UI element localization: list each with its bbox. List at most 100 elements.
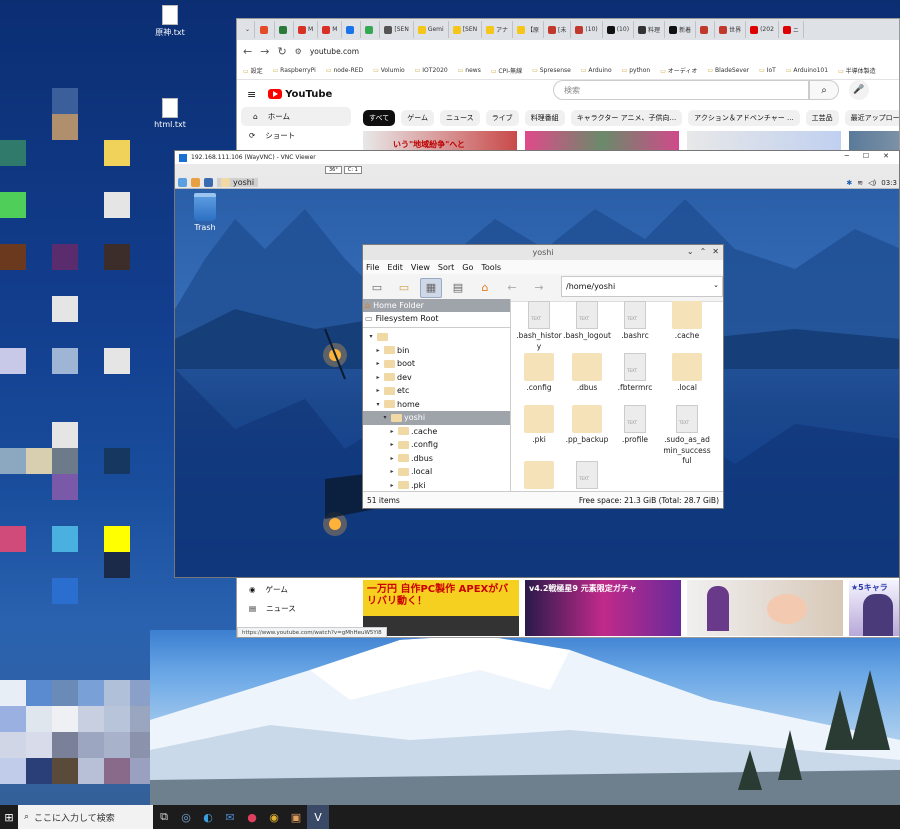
- category-chip[interactable]: 料理番組: [524, 110, 565, 126]
- tree-row[interactable]: ▸ .dbus: [363, 452, 510, 466]
- browser-tab[interactable]: 料理: [634, 21, 666, 38]
- sidebar-item-news[interactable]: ▤ ニュース: [237, 599, 355, 618]
- menu-item[interactable]: Go: [462, 263, 473, 272]
- volume-icon[interactable]: ◁): [868, 179, 876, 187]
- file-item[interactable]: [515, 461, 563, 491]
- browser-tab[interactable]: [SEN: [380, 21, 414, 38]
- bookmark-item[interactable]: ▭ IoT: [759, 67, 776, 74]
- new-folder-icon[interactable]: ▭: [393, 278, 415, 298]
- bookmark-item[interactable]: ▭ BladeSever: [707, 67, 749, 74]
- desktop-app-icon[interactable]: [104, 706, 130, 732]
- desktop-app-icon[interactable]: [26, 680, 52, 706]
- desktop-app-icon[interactable]: [52, 88, 78, 114]
- browser-tab[interactable]: (202: [746, 21, 779, 38]
- desktop-app-icon[interactable]: [52, 422, 78, 448]
- trash-desktop-icon[interactable]: Trash: [187, 193, 223, 232]
- minimize-icon[interactable]: ─: [845, 152, 849, 160]
- desktop-app-icon[interactable]: [52, 706, 78, 732]
- bluetooth-icon[interactable]: ✱: [846, 179, 852, 187]
- file-item[interactable]: .cache: [663, 301, 711, 342]
- desktop-file-genshin[interactable]: 原神.txt: [140, 5, 200, 38]
- category-chip[interactable]: すべて: [363, 110, 396, 126]
- category-chip[interactable]: 最近アップロードされ: [844, 110, 899, 126]
- desktop-app-icon[interactable]: [52, 680, 78, 706]
- bookmark-item[interactable]: ▭ Volumio: [373, 67, 405, 74]
- menu-item[interactable]: View: [411, 263, 430, 272]
- app-image-icon[interactable]: ▣: [285, 805, 307, 829]
- expander-arrow-icon[interactable]: ▾: [367, 333, 375, 340]
- desktop-app-icon[interactable]: [0, 192, 26, 218]
- desktop-app-icon[interactable]: [104, 758, 130, 784]
- search-icon[interactable]: ⌕: [809, 80, 839, 100]
- raspberry-menu-icon[interactable]: [178, 177, 187, 187]
- desktop-app-icon[interactable]: [52, 578, 78, 604]
- video-thumbnail[interactable]: [687, 580, 843, 636]
- desktop-app-icon[interactable]: [0, 732, 26, 758]
- expander-arrow-icon[interactable]: ▸: [388, 482, 396, 489]
- desktop-app-icon[interactable]: [52, 296, 78, 322]
- forward-icon[interactable]: →: [260, 45, 269, 58]
- sidebar-item-shorts[interactable]: ⟳ ショート: [237, 126, 355, 145]
- expander-arrow-icon[interactable]: ▸: [388, 455, 396, 462]
- browser-tab[interactable]: (10): [603, 21, 635, 38]
- close-icon[interactable]: ✕: [883, 152, 889, 160]
- icon-view-icon[interactable]: ▦: [420, 277, 442, 298]
- reload-icon[interactable]: ↻: [277, 45, 286, 58]
- browser-tab[interactable]: [275, 21, 295, 38]
- menu-item[interactable]: Tools: [481, 263, 501, 272]
- desktop-app-icon[interactable]: [0, 758, 26, 784]
- bookmark-item[interactable]: ▭ IOT2020: [415, 67, 448, 74]
- desktop-app-icon[interactable]: [104, 680, 130, 706]
- bookmark-item[interactable]: ▭ Arduino101: [786, 67, 828, 74]
- forward-arrow-icon[interactable]: →: [528, 278, 550, 298]
- bookmark-item[interactable]: ▭ RaspberryPi: [273, 67, 316, 74]
- desktop-app-icon[interactable]: [0, 680, 26, 706]
- desktop-app-icon[interactable]: [78, 706, 104, 732]
- category-chip[interactable]: ニュース: [440, 110, 480, 126]
- file-item[interactable]: .pki: [515, 405, 563, 446]
- expander-arrow-icon[interactable]: ▸: [374, 360, 382, 367]
- video-thumbnail[interactable]: ★5キャラ: [849, 580, 899, 636]
- browser-tab[interactable]: 新着: [665, 21, 697, 38]
- file-manager-launcher-icon[interactable]: [191, 177, 200, 187]
- menu-item[interactable]: File: [366, 263, 379, 272]
- bookmark-item[interactable]: ▭ 半導体製造: [838, 66, 876, 75]
- file-item[interactable]: .profile: [611, 405, 659, 446]
- desktop-app-icon[interactable]: [104, 732, 130, 758]
- browser-tab[interactable]: アナ: [482, 21, 514, 38]
- panel-task-yoshi[interactable]: yoshi: [217, 177, 259, 187]
- desktop-app-icon[interactable]: [0, 348, 26, 374]
- maximize-icon[interactable]: ☐: [863, 152, 869, 160]
- wifi-icon[interactable]: ≋: [857, 179, 863, 187]
- desktop-app-icon[interactable]: [26, 758, 52, 784]
- category-chip[interactable]: キャラクター アニメ、子供向...: [570, 110, 683, 126]
- browser-tab[interactable]: [256, 21, 276, 38]
- category-chip[interactable]: ゲーム: [401, 110, 435, 126]
- tree-row[interactable]: ▸ .pki: [363, 479, 510, 492]
- path-input[interactable]: /home/yoshi ⌄: [561, 276, 723, 297]
- desktop-app-icon[interactable]: [0, 526, 26, 552]
- desktop-app-icon[interactable]: [26, 732, 52, 758]
- desktop-app-icon[interactable]: [52, 244, 78, 270]
- chevron-down-icon[interactable]: ⌄: [713, 281, 719, 289]
- bookmark-item[interactable]: ▭ news: [458, 67, 481, 74]
- file-item[interactable]: .pp_backup: [563, 405, 611, 446]
- chrome-icon[interactable]: ◉: [263, 805, 285, 829]
- desktop-app-icon[interactable]: [52, 348, 78, 374]
- expander-arrow-icon[interactable]: ▸: [388, 441, 396, 448]
- desktop-app-icon[interactable]: [52, 448, 78, 474]
- browser-tab[interactable]: Gemi: [414, 21, 449, 38]
- file-item[interactable]: .sudo_as_admin_successful: [663, 405, 711, 467]
- expander-arrow-icon[interactable]: ▾: [381, 414, 389, 421]
- expander-arrow-icon[interactable]: ▸: [388, 428, 396, 435]
- desktop-app-icon[interactable]: [0, 140, 26, 166]
- bookmark-item[interactable]: ▭ Spresense: [532, 67, 571, 74]
- sidebar-item-home[interactable]: ⌂ ホーム: [241, 107, 351, 126]
- desktop-app-icon[interactable]: [78, 680, 104, 706]
- browser-tab[interactable]: M: [294, 21, 319, 38]
- file-item[interactable]: .bash_logout: [563, 301, 611, 342]
- steam-icon[interactable]: ◎: [175, 805, 197, 829]
- vnc-toolbar-box[interactable]: 36°: [325, 166, 342, 174]
- hamburger-menu-icon[interactable]: ≡: [247, 88, 256, 101]
- youtube-search-input[interactable]: 検索: [553, 80, 809, 100]
